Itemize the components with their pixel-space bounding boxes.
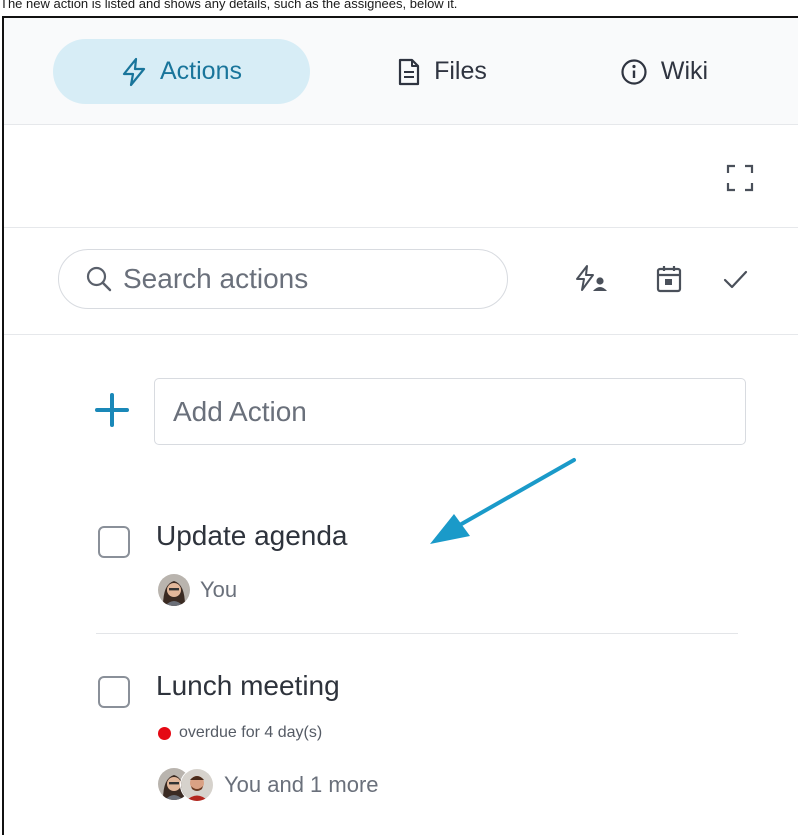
action-title[interactable]: Lunch meeting: [156, 670, 340, 702]
tab-bar: Actions Files Wiki: [4, 18, 798, 125]
action-assignees: You and 1 more: [158, 768, 379, 802]
action-checkbox[interactable]: [98, 676, 130, 708]
bolt-person-icon: [576, 265, 607, 291]
search-icon: [86, 266, 112, 292]
avatar-image: [181, 769, 213, 801]
add-action-input[interactable]: [173, 395, 733, 428]
action-checkbox[interactable]: [98, 526, 130, 558]
expand-button[interactable]: [725, 163, 755, 193]
filter-completed-button[interactable]: [718, 262, 752, 296]
expand-icon: [726, 164, 754, 192]
action-item: Update agenda You: [4, 508, 798, 628]
info-icon: [621, 58, 647, 85]
action-assignees: You: [158, 574, 237, 606]
overdue-dot-icon: [158, 726, 171, 740]
search-box[interactable]: [58, 249, 508, 309]
overdue-status: overdue for 4 day(s): [158, 724, 322, 742]
assignee-text: You: [200, 577, 238, 602]
tab-files[interactable]: Files: [362, 39, 522, 104]
filter-assigned-to-me-button[interactable]: [574, 262, 608, 296]
actions-panel: Actions Files Wiki Search actions Add Ac…: [2, 16, 798, 835]
plus-icon: [95, 393, 129, 427]
tab-label: Files: [434, 57, 487, 85]
avatar: [158, 574, 190, 606]
bolt-icon: [122, 57, 146, 86]
checkmark-icon: [723, 270, 748, 289]
tab-label: Actions: [160, 57, 242, 85]
file-icon: [398, 58, 420, 85]
tab-actions[interactable]: Actions: [53, 39, 310, 104]
avatar: [180, 768, 214, 802]
assignee-text: You and 1 more: [224, 772, 379, 797]
filter-due-date-button[interactable]: [652, 262, 686, 296]
avatar-group: [158, 768, 214, 802]
tab-label: Wiki: [660, 57, 709, 85]
filter-bar: [4, 228, 798, 335]
search-input[interactable]: [123, 263, 463, 295]
avatar-image: [158, 574, 190, 606]
action-item: Lunch meeting overdue for 4 day(s) You a…: [4, 658, 798, 835]
screenshot-caption: The new action is listed and shows any d…: [0, 0, 458, 11]
tab-wiki[interactable]: Wiki: [584, 39, 744, 104]
add-action-button[interactable]: [94, 392, 130, 428]
calendar-icon: [656, 266, 682, 293]
add-action-row: [4, 378, 798, 446]
panel-toolbar: [4, 125, 798, 228]
add-action-field[interactable]: [154, 378, 746, 445]
action-title[interactable]: Update agenda: [156, 520, 348, 552]
divider: [96, 633, 738, 634]
status-text: overdue for 4 day(s): [179, 724, 323, 741]
